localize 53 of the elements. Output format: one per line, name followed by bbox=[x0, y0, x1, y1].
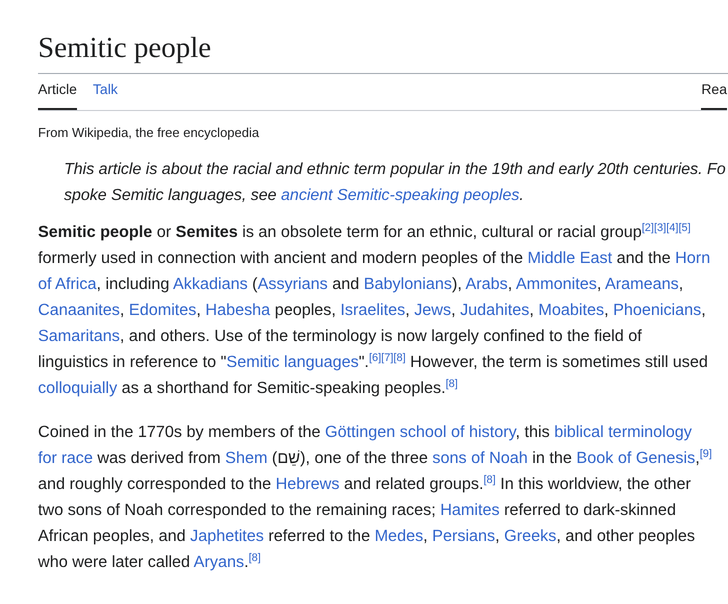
hatnote-text: spoke Semitic languages, see ancient Semitic-speaking peoples. bbox=[64, 186, 525, 206]
article-link[interactable]: Canaanites bbox=[38, 300, 120, 318]
article-link[interactable]: Jews bbox=[414, 300, 452, 318]
article-link[interactable]: biblical terminology bbox=[554, 422, 692, 440]
article-link[interactable]: Moabites bbox=[538, 300, 604, 318]
page-tab[interactable]: Rea bbox=[701, 79, 727, 110]
article-link[interactable]: Phoenicians bbox=[613, 300, 702, 318]
article-link[interactable]: Hamites bbox=[440, 500, 500, 518]
article-link[interactable]: Horn bbox=[675, 248, 710, 266]
citation-link[interactable]: [2] bbox=[642, 222, 654, 234]
citation-link[interactable]: [4] bbox=[666, 222, 678, 234]
article-link[interactable]: Samaritans bbox=[38, 326, 120, 344]
article-link[interactable]: Assyrians bbox=[258, 274, 328, 292]
article-link[interactable]: Middle East bbox=[528, 248, 612, 266]
page-tab[interactable]: Talk bbox=[92, 79, 118, 110]
article-link[interactable]: Arameans bbox=[604, 274, 679, 292]
article-link[interactable]: Göttingen school of history bbox=[325, 422, 516, 440]
article-link[interactable]: Habesha bbox=[205, 300, 270, 318]
article-link[interactable]: for race bbox=[38, 448, 93, 466]
citation-link[interactable]: [5] bbox=[678, 222, 691, 234]
article-link[interactable]: Shem bbox=[225, 448, 268, 466]
hatnote-text: This article is about the racial and ethnic term popular in the 19th and early 20th centuries. Fo bbox=[64, 160, 727, 180]
citation-link[interactable]: [7] bbox=[381, 352, 394, 364]
article-link[interactable]: Akkadians bbox=[172, 274, 248, 292]
citation-link[interactable]: [8] bbox=[483, 474, 496, 486]
citation-link[interactable]: [3] bbox=[654, 222, 666, 234]
citation-link[interactable]: [9] bbox=[700, 448, 712, 460]
tagline: From Wikipedia, the free encyclopedia bbox=[38, 124, 260, 142]
article-link[interactable]: Judahites bbox=[460, 300, 530, 318]
article-link[interactable]: ancient Semitic-speaking peoples bbox=[281, 186, 520, 204]
article-link[interactable]: Greeks bbox=[504, 526, 556, 544]
article-link[interactable]: Hebrews bbox=[276, 474, 340, 492]
article-link[interactable]: Ammonites bbox=[516, 274, 597, 292]
article-link[interactable]: Medes bbox=[374, 526, 424, 544]
article-link[interactable]: Book of bbox=[576, 448, 632, 466]
citation-link[interactable]: [8] bbox=[248, 552, 261, 564]
article-link[interactable]: Genesis bbox=[636, 448, 696, 466]
citation-link[interactable]: [6] bbox=[368, 352, 382, 364]
article-link[interactable]: sons of Noah bbox=[432, 448, 528, 466]
page-tab[interactable]: Article bbox=[38, 79, 77, 110]
citation-link[interactable]: [8] bbox=[446, 378, 458, 390]
article-link[interactable]: Semitic languages bbox=[226, 352, 359, 370]
article-link[interactable]: Edomites bbox=[128, 300, 196, 318]
article-link[interactable]: of Africa bbox=[38, 274, 96, 292]
article-link[interactable]: Babylonians bbox=[364, 274, 452, 292]
article-link[interactable]: Israelites bbox=[340, 300, 406, 318]
article-link[interactable]: Arabs bbox=[465, 274, 508, 292]
article-link[interactable]: Japhetites bbox=[190, 526, 264, 544]
article-link[interactable]: Aryans bbox=[194, 552, 244, 570]
article-link[interactable]: Persians bbox=[432, 526, 496, 544]
article-link[interactable]: colloquially bbox=[38, 378, 118, 396]
citation-link[interactable]: [8] bbox=[393, 352, 406, 364]
page-title: Semitic people bbox=[38, 0, 728, 74]
